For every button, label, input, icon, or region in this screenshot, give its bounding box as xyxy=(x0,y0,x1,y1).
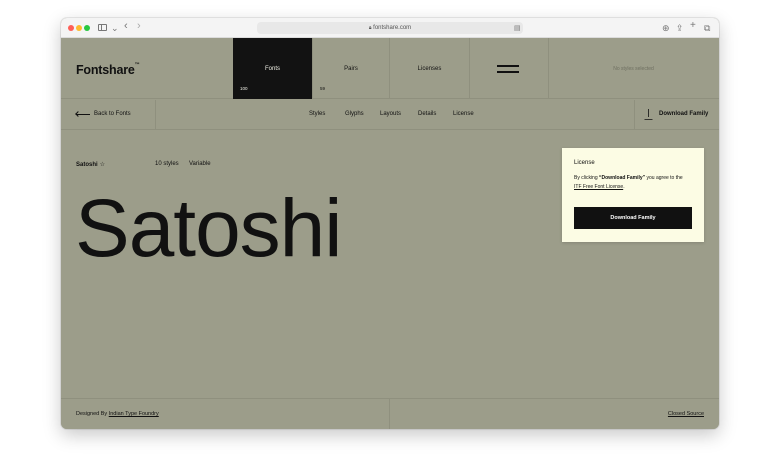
designer-credit: Designed By Indian Type Foundry xyxy=(76,411,159,417)
designed-by-label: Designed By xyxy=(76,411,108,417)
page-footer: Designed By Indian Type Foundry Closed S… xyxy=(61,398,719,429)
popup-text-post: you agree to the xyxy=(645,175,683,181)
fontshare-page: Fontshare™ Fonts 100 Pairs 59 Licenses N… xyxy=(61,38,719,429)
browser-toolbar: ⌄ ‹ › 🔒︎ fontshare.com ▤ ⊕ ⇪ + ⧉ xyxy=(61,18,719,38)
forward-arrow-icon[interactable]: › xyxy=(137,20,141,32)
popup-download-family-button[interactable]: Download Family xyxy=(574,207,692,229)
license-popup: License By clicking “Download Family” yo… xyxy=(562,148,704,242)
tab-overview-icon[interactable]: ⧉ xyxy=(704,22,710,34)
zoom-window-button[interactable] xyxy=(84,25,90,31)
download-icon[interactable]: ⊕ xyxy=(662,22,670,34)
top-navigation: Fontshare™ Fonts 100 Pairs 59 Licenses N… xyxy=(61,38,719,99)
lock-icon: 🔒︎ xyxy=(368,25,372,31)
nav-fonts[interactable]: Fonts 100 xyxy=(233,38,312,99)
star-icon[interactable]: ☆ xyxy=(100,162,105,168)
trademark-mark: ™ xyxy=(134,62,140,68)
nav-pairs-label: Pairs xyxy=(344,66,358,72)
reader-icon[interactable]: ▤ xyxy=(514,23,521,35)
subnav-divider xyxy=(634,100,635,130)
subnav-divider xyxy=(155,100,156,130)
font-subnav: Back to Fonts Styles Glyphs Layouts Deta… xyxy=(61,100,719,130)
nav-pairs-count: 59 xyxy=(320,86,326,91)
back-to-fonts-label: Back to Fonts xyxy=(94,111,131,117)
tab-styles[interactable]: Styles xyxy=(309,111,325,117)
popup-text: By clicking “Download Family” you agree … xyxy=(574,174,694,192)
url-text: fontshare.com xyxy=(373,25,412,31)
font-name-label: Satoshi xyxy=(76,162,98,168)
address-bar[interactable]: 🔒︎ fontshare.com xyxy=(257,22,523,34)
browser-window: ⌄ ‹ › 🔒︎ fontshare.com ▤ ⊕ ⇪ + ⧉ Fontsha… xyxy=(61,18,719,429)
back-arrow-icon[interactable]: ‹ xyxy=(124,20,128,32)
share-icon[interactable]: ⇪ xyxy=(676,22,684,34)
fontshare-logo[interactable]: Fontshare™ xyxy=(76,62,140,77)
popup-text-end: . xyxy=(623,184,625,190)
back-to-fonts-link[interactable]: Back to Fonts xyxy=(76,111,131,117)
tab-glyphs[interactable]: Glyphs xyxy=(345,111,364,117)
popup-title: License xyxy=(574,160,595,166)
license-link[interactable]: ITF Free Font License xyxy=(574,184,623,190)
close-window-button[interactable] xyxy=(68,25,74,31)
styles-count: 10 styles xyxy=(155,161,179,167)
tab-details[interactable]: Details xyxy=(418,111,436,117)
nav-fonts-label: Fonts xyxy=(264,66,280,72)
font-name: Satoshi ☆ xyxy=(76,161,105,168)
download-family-button[interactable]: Download Family xyxy=(659,111,708,117)
tab-layouts[interactable]: Layouts xyxy=(380,111,401,117)
nav-pairs[interactable]: Pairs 59 xyxy=(312,38,389,99)
download-arrow-icon[interactable] xyxy=(644,109,653,120)
variable-label: Variable xyxy=(189,161,211,167)
footer-divider xyxy=(389,399,390,429)
nav-licenses[interactable]: Licenses xyxy=(389,38,469,99)
minimize-window-button[interactable] xyxy=(76,25,82,31)
closed-source-link[interactable]: Closed Source xyxy=(668,411,704,417)
hamburger-menu-icon[interactable] xyxy=(497,65,519,73)
chevron-down-icon[interactable]: ⌄ xyxy=(111,22,119,34)
no-styles-text: No styles selected xyxy=(613,66,654,72)
font-specimen: Satoshi xyxy=(75,183,343,274)
logo-text: Fontshare xyxy=(76,63,135,77)
sidebar-toggle-icon[interactable] xyxy=(98,24,107,31)
nav-fonts-count: 100 xyxy=(240,86,248,91)
tab-license[interactable]: License xyxy=(453,111,474,117)
arrow-left-icon xyxy=(76,113,90,115)
nav-licenses-label: Licenses xyxy=(417,66,442,72)
new-tab-icon[interactable]: + xyxy=(690,20,696,32)
popup-text-pre: By clicking xyxy=(574,175,600,181)
foundry-link[interactable]: Indian Type Foundry xyxy=(109,411,159,417)
popup-text-bold: “Download Family” xyxy=(599,175,646,181)
